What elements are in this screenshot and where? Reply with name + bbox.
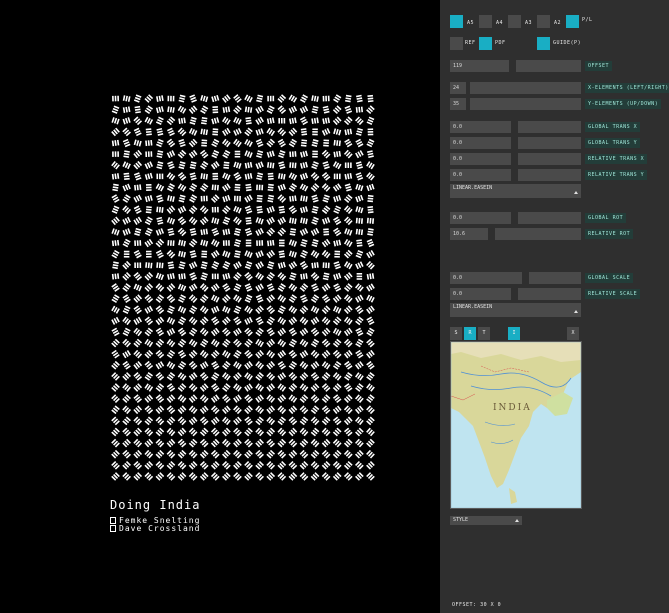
easing-dropdown-2-value: LINEAR.EASEIN [453, 304, 493, 310]
relative-scale-slider[interactable] [518, 288, 581, 300]
format-a5-label: A5 [467, 20, 475, 26]
credit-glyph-icon [110, 525, 116, 532]
format-a5-toggle[interactable] [450, 15, 463, 28]
global-rot-label: GLOBAL ROT [585, 213, 627, 223]
caret-up-icon [574, 310, 578, 313]
tab-s[interactable]: S [450, 327, 462, 340]
format-a3-toggle[interactable] [508, 15, 521, 28]
tab-i[interactable]: I [508, 327, 520, 340]
global-trans-y-input[interactable]: 0.0 [450, 137, 511, 149]
status-readout: OFFSET: 30 X 0 [452, 602, 502, 608]
x-elements-label: X-ELEMENTS (LEFT/RIGHT) [585, 83, 669, 93]
relative-scale-label: RELATIVE SCALE [585, 289, 641, 299]
ref-toggle[interactable] [450, 37, 463, 50]
y-elements-slider[interactable] [470, 98, 581, 110]
poster-credit-2: Dave Crossland [110, 524, 200, 533]
easing-dropdown-1-value: LINEAR.EASEIN [453, 185, 493, 191]
relative-trans-x-label: RELATIVE TRANS X [585, 154, 648, 164]
tab-t[interactable]: T [478, 327, 490, 340]
poster-title: Doing India [110, 498, 201, 512]
reference-map[interactable]: INDIA [450, 341, 582, 509]
global-scale-input[interactable]: 0.0 [450, 272, 522, 284]
global-trans-y-label: GLOBAL TRANS Y [585, 138, 641, 148]
easing-dropdown-2[interactable]: LINEAR.EASEIN [450, 303, 581, 317]
y-elements-label: Y-ELEMENTS (UP/DOWN) [585, 99, 662, 109]
y-elements-input[interactable]: 35 [450, 98, 466, 110]
global-trans-x-label: GLOBAL TRANS X [585, 122, 641, 132]
guide-toggle[interactable] [537, 37, 550, 50]
poster-canvas: Doing India Femke Snelting Dave Crosslan… [0, 0, 440, 613]
style-dropdown[interactable]: STYLE [450, 516, 522, 525]
credit-name-2: Dave Crossland [119, 524, 201, 533]
format-a3-label: A3 [525, 20, 533, 26]
format-a4-toggle[interactable] [479, 15, 492, 28]
global-trans-y-slider[interactable] [518, 137, 581, 149]
x-elements-input[interactable]: 24 [450, 82, 466, 94]
format-a2-toggle[interactable] [537, 15, 550, 28]
pdf-label: PDF [495, 40, 506, 46]
relative-trans-y-slider[interactable] [518, 169, 581, 181]
relative-rot-input[interactable]: 10.6 [450, 228, 488, 240]
offset-input[interactable]: 119 [450, 60, 509, 72]
guide-label: GUIDE(P) [553, 40, 582, 46]
global-trans-x-input[interactable]: 0.0 [450, 121, 511, 133]
india-map-image: INDIA [451, 342, 581, 508]
relative-trans-x-input[interactable]: 0.0 [450, 153, 511, 165]
global-scale-slider[interactable] [529, 272, 581, 284]
pdf-toggle[interactable] [479, 37, 492, 50]
relative-trans-y-input[interactable]: 0.0 [450, 169, 511, 181]
format-pl-label: P/L [582, 17, 593, 23]
tab-r[interactable]: R [464, 327, 476, 340]
style-dropdown-value: STYLE [453, 517, 469, 523]
easing-dropdown-1[interactable]: LINEAR.EASEIN [450, 184, 581, 198]
caret-up-icon [574, 191, 578, 194]
global-rot-slider[interactable] [518, 212, 581, 224]
relative-trans-x-slider[interactable] [518, 153, 581, 165]
relative-trans-y-label: RELATIVE TRANS Y [585, 170, 648, 180]
x-elements-slider[interactable] [470, 82, 581, 94]
format-pl-toggle[interactable] [566, 15, 579, 28]
global-rot-input[interactable]: 0.0 [450, 212, 511, 224]
relative-rot-label: RELATIVE ROT [585, 229, 634, 239]
credit-glyph-icon [110, 517, 116, 524]
offset-label: OFFSET [585, 61, 613, 71]
format-a2-label: A2 [554, 20, 562, 26]
pattern-artwork [111, 94, 375, 481]
map-label: INDIA [493, 403, 532, 413]
relative-rot-slider[interactable] [495, 228, 581, 240]
relative-scale-input[interactable]: 0.0 [450, 288, 511, 300]
global-scale-label: GLOBAL SCALE [585, 273, 634, 283]
ref-label: REF [465, 40, 476, 46]
format-a4-label: A4 [496, 20, 504, 26]
tab-x[interactable]: X [567, 327, 579, 340]
offset-slider[interactable] [516, 60, 581, 72]
caret-up-icon [515, 519, 519, 522]
global-trans-x-slider[interactable] [518, 121, 581, 133]
